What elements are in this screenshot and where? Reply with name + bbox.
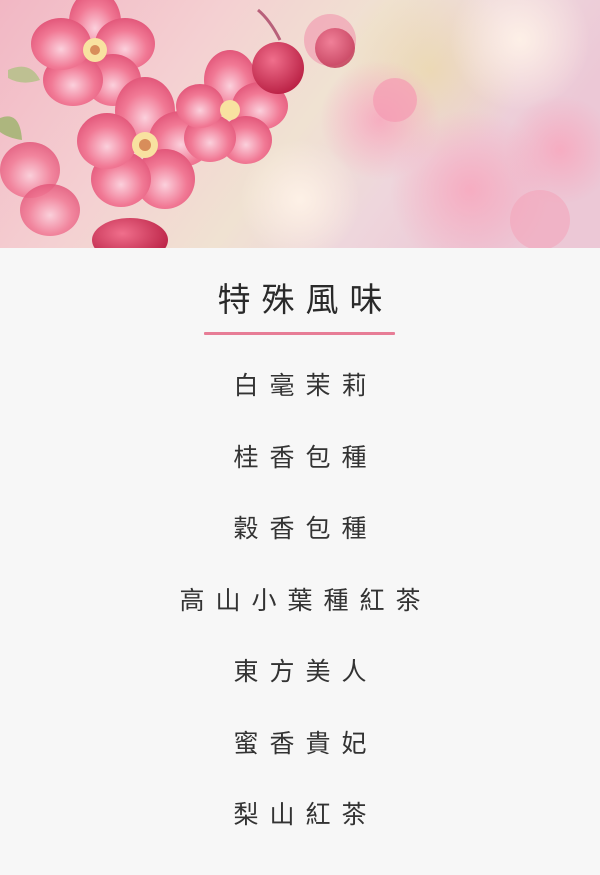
title-underline: [204, 332, 395, 335]
hero-banner: [0, 0, 600, 248]
menu-item-mi-xiang-gui-fei[interactable]: 蜜香貴妃: [0, 724, 600, 796]
menu-panel: 特殊風味 白毫茉莉 桂香包種 穀香包種 高山小葉種紅茶 東方美人 蜜香貴妃 梨山…: [0, 248, 600, 875]
tea-menu-list: 白毫茉莉 桂香包種 穀香包種 高山小葉種紅茶 東方美人 蜜香貴妃 梨山紅茶: [0, 366, 600, 867]
section-title: 特殊風味: [217, 280, 394, 319]
menu-item-li-shan-hong-cha[interactable]: 梨山紅茶: [0, 795, 600, 867]
pink-blossom-photo: [0, 0, 600, 248]
menu-item-gu-xiang-bao-zhong[interactable]: 穀香包種: [0, 509, 600, 581]
page: 特殊風味 白毫茉莉 桂香包種 穀香包種 高山小葉種紅茶 東方美人 蜜香貴妃 梨山…: [0, 0, 600, 875]
menu-item-bai-hao-mo-li[interactable]: 白毫茉莉: [0, 366, 600, 438]
menu-item-gao-shan-xiao-ye-zhong-hong-cha[interactable]: 高山小葉種紅茶: [0, 581, 600, 653]
menu-item-gui-xiang-bao-zhong[interactable]: 桂香包種: [0, 438, 600, 510]
menu-item-dong-fang-mei-ren[interactable]: 東方美人: [0, 652, 600, 724]
